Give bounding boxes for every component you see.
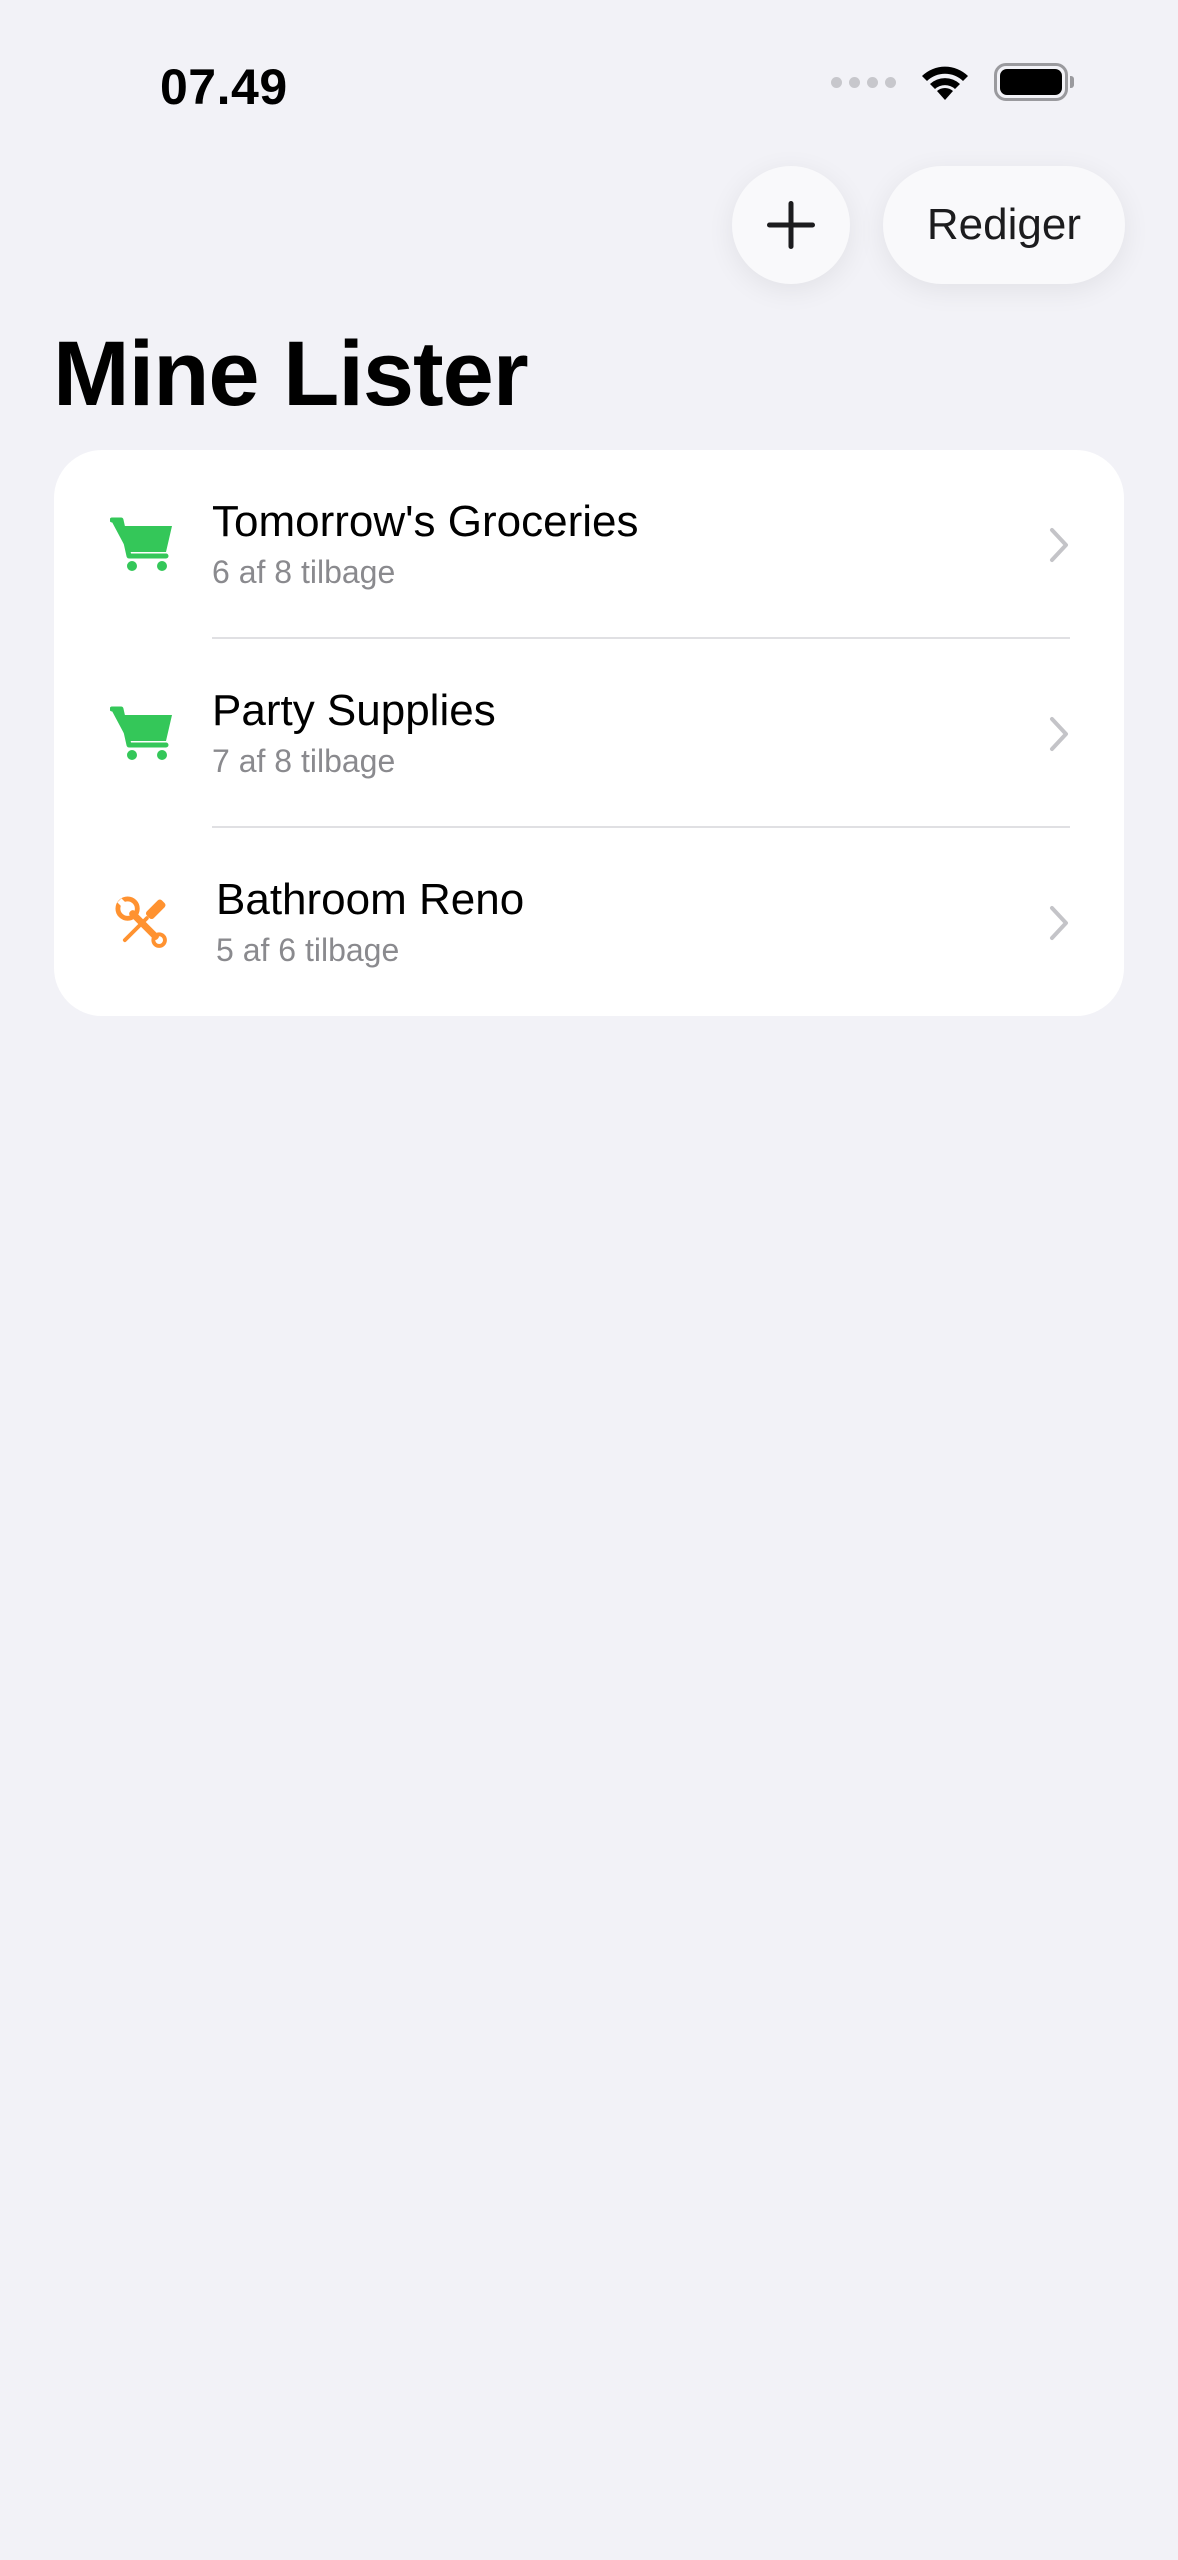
list-item-tomorrows-groceries[interactable]: Tomorrow's Groceries 6 af 8 tilbage — [54, 450, 1124, 639]
page-title: Mine Lister — [53, 323, 529, 425]
list-remaining-count: 6 af 8 tilbage — [212, 554, 396, 590]
cart-icon — [110, 513, 174, 577]
wifi-icon — [922, 66, 968, 100]
list-item-bathroom-reno[interactable]: Bathroom Reno 5 af 6 tilbage — [54, 828, 1124, 1016]
toolbar: Rediger — [731, 166, 1125, 284]
cart-icon — [110, 702, 174, 766]
status-icons — [831, 62, 1074, 102]
status-bar: 07.49 — [0, 0, 1178, 170]
list-item-party-supplies[interactable]: Party Supplies 7 af 8 tilbage — [54, 639, 1124, 828]
battery-icon — [994, 63, 1074, 101]
plus-icon — [766, 201, 815, 249]
edit-button[interactable]: Rediger — [882, 166, 1125, 284]
add-list-button[interactable] — [731, 166, 850, 284]
list-title: Party Supplies — [212, 686, 496, 735]
list-title: Tomorrow's Groceries — [212, 497, 639, 546]
status-time: 07.49 — [160, 59, 288, 115]
cellular-signal-icon — [831, 76, 896, 88]
lists-card: Tomorrow's Groceries 6 af 8 tilbage Part… — [54, 450, 1124, 1016]
chevron-right-icon — [1050, 905, 1068, 940]
chevron-right-icon — [1050, 716, 1068, 751]
chevron-right-icon — [1050, 527, 1068, 562]
list-title: Bathroom Reno — [216, 875, 525, 924]
tools-icon — [110, 891, 174, 955]
list-remaining-count: 5 af 6 tilbage — [216, 932, 400, 968]
list-remaining-count: 7 af 8 tilbage — [212, 743, 396, 779]
